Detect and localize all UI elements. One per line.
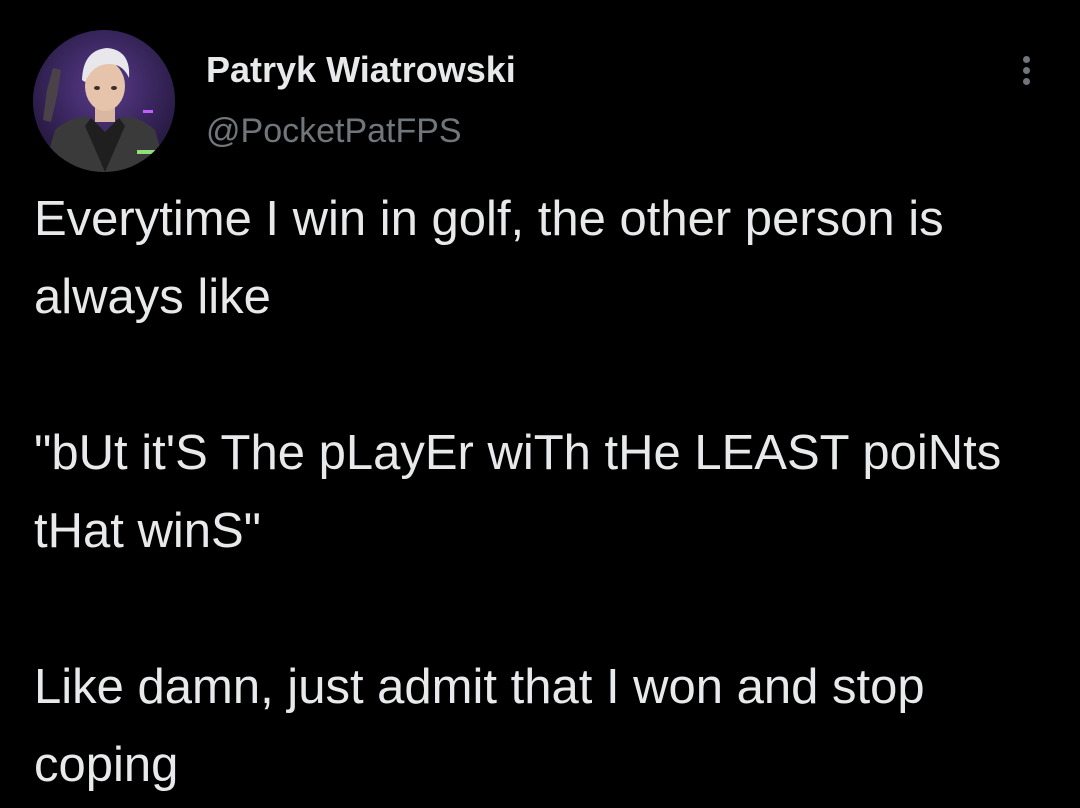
display-name[interactable]: Patryk Wiatrowski (206, 48, 516, 92)
more-vertical-icon (1023, 78, 1030, 85)
more-vertical-icon (1023, 56, 1030, 63)
tweet-paragraph: Like damn, just admit that I won and sto… (34, 660, 925, 792)
tweet-paragraph: "bUt it'S The pLayEr wiTh tHe LEAST poiN… (34, 426, 1002, 558)
tweet-text: Everytime I win in golf, the other perso… (34, 180, 1044, 804)
tweet: Patryk Wiatrowski @PocketPatFPS Everytim… (0, 0, 1080, 808)
tweet-paragraph: Everytime I win in golf, the other perso… (34, 192, 944, 324)
user-handle[interactable]: @PocketPatFPS (206, 110, 462, 152)
avatar-image (33, 30, 175, 172)
more-vertical-icon (1023, 67, 1030, 74)
more-options-button[interactable] (1006, 50, 1046, 90)
avatar[interactable] (33, 30, 175, 172)
